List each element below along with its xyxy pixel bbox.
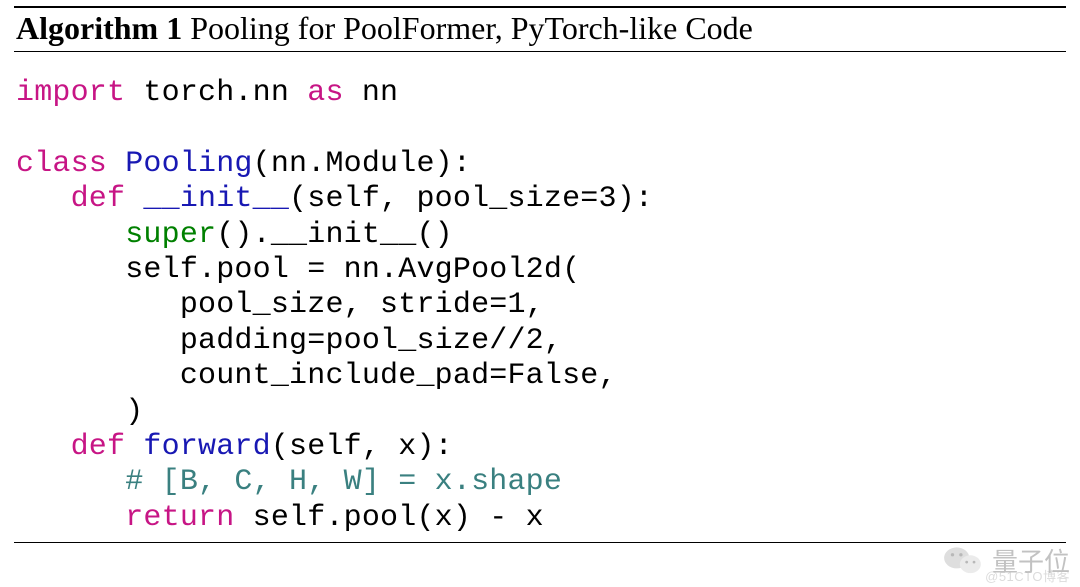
code-listing: import torch.nn as nn class Pooling(nn.M… [14,52,1066,542]
kw-import: import [16,76,125,110]
code-text: (nn.Module): [253,147,471,181]
indent [16,218,125,252]
code-text: ().__init__() [216,218,453,252]
kw-return: return [125,501,234,535]
indent [16,430,71,464]
code-text: self.pool(x) - x [234,501,543,535]
indent [16,182,71,216]
algorithm-label: Algorithm 1 [16,10,182,46]
code-text: ) [16,395,143,429]
algorithm-block: Algorithm 1 Pooling for PoolFormer, PyTo… [14,6,1066,543]
code-text: nn [344,76,399,110]
code-text: pool_size, stride=1, [16,288,544,322]
class-name: Pooling [107,147,253,181]
code-text: padding=pool_size//2, [16,324,562,358]
wechat-icon [942,539,984,581]
indent [16,253,125,287]
rule-bottom [14,542,1066,543]
code-text: count_include_pad=False, [16,359,617,393]
kw-class: class [16,147,107,181]
algorithm-title: Algorithm 1 Pooling for PoolFormer, PyTo… [14,8,1066,51]
code-text: (self, x): [271,430,453,464]
kw-as: as [307,76,343,110]
fn-name: forward [125,430,271,464]
fn-name: __init__ [125,182,289,216]
kw-def: def [71,182,126,216]
code-text: torch.nn [125,76,307,110]
code-text: .pool = nn.AvgPool2d( [198,253,580,287]
comment: # [B, C, H, W] = x.shape [125,465,562,499]
algorithm-caption: Pooling for PoolFormer, PyTorch-like Cod… [190,10,753,46]
code-text: (self, pool_size=3): [289,182,653,216]
self: self [125,253,198,287]
indent [16,501,125,535]
kw-super: super [125,218,216,252]
kw-def: def [71,430,126,464]
indent [16,465,125,499]
watermark-sub: @51CTO博客 [985,566,1070,585]
